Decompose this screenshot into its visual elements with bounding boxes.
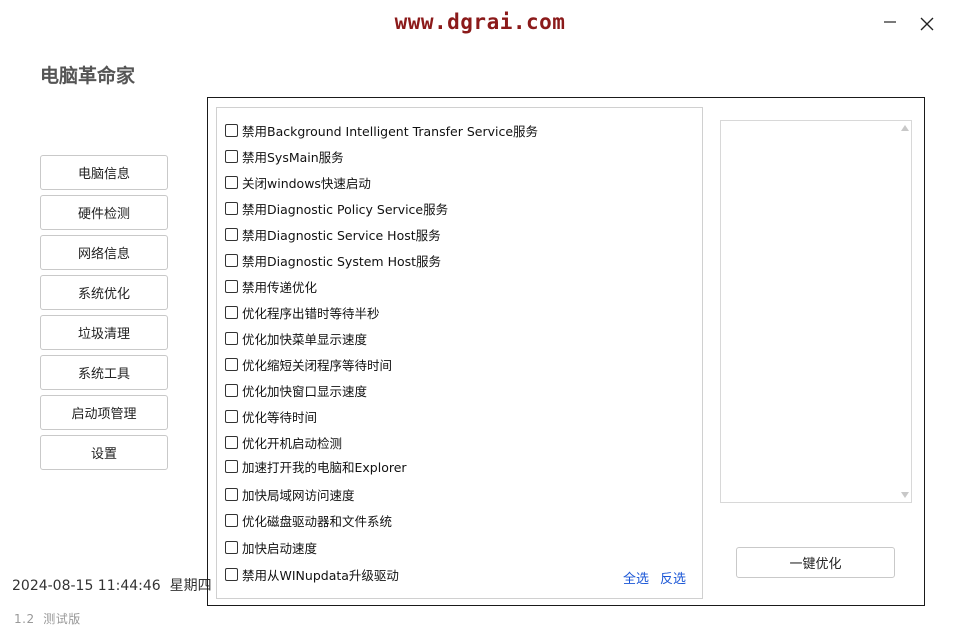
minimize-button[interactable] [880,12,900,32]
checkbox[interactable] [225,540,238,554]
invert-selection-link[interactable]: 反选 [660,568,686,587]
nav-button-network-info[interactable]: 网络信息 [40,235,168,270]
option-label: 加快启动速度 [242,540,318,556]
option-label: 禁用SysMain服务 [242,149,344,165]
option-label: 优化开机启动检测 [242,435,343,451]
checkbox[interactable] [225,459,238,473]
nav-button-system-tools[interactable]: 系统工具 [40,355,168,390]
version-label: 1.2 测试版 [14,612,81,626]
option-label: 加快局域网访问速度 [242,487,355,503]
checkbox[interactable] [225,279,238,293]
option-label: 优化缩短关闭程序等待时间 [242,357,393,373]
app-title: 电脑革命家 [40,65,136,87]
option-item[interactable]: 加快局域网访问速度 [225,485,355,503]
option-item[interactable]: 禁用Diagnostic System Host服务 [225,251,441,269]
nav-button-junk-clean[interactable]: 垃圾清理 [40,315,168,350]
nav-button-computer-info[interactable]: 电脑信息 [40,155,168,190]
checkbox[interactable] [225,513,238,527]
scroll-down-arrow-icon[interactable] [901,492,909,498]
option-item[interactable]: 优化开机启动检测 [225,433,342,451]
option-label: 加速打开我的电脑和Explorer [242,459,407,475]
nav-button-hardware-check[interactable]: 硬件检测 [40,195,168,230]
checkbox[interactable] [225,487,238,501]
nav-button-settings[interactable]: 设置 [40,435,168,470]
option-label: 关闭windows快速启动 [242,175,371,191]
checkbox[interactable] [225,227,238,241]
option-label: 禁用Diagnostic Service Host服务 [242,227,441,243]
close-button[interactable] [917,14,937,34]
option-label: 禁用Background Intelligent Transfer Servic… [242,123,539,139]
select-all-link[interactable]: 全选 [623,568,649,587]
checkbox[interactable] [225,123,238,137]
option-label: 禁用Diagnostic System Host服务 [242,253,442,269]
option-label: 优化磁盘驱动器和文件系统 [242,513,393,529]
option-label: 禁用从WINupdata升级驱动 [242,567,399,583]
close-icon [920,17,934,31]
datetime-display: 2024-08-15 11:44:46 星期四 [12,578,212,594]
option-item[interactable]: 优化程序出错时等待半秒 [225,303,380,321]
nav-button-startup-manager[interactable]: 启动项管理 [40,395,168,430]
option-item[interactable]: 优化加快菜单显示速度 [225,329,367,347]
log-output-box[interactable] [720,120,912,503]
option-item[interactable]: 关闭windows快速启动 [225,173,371,191]
option-item[interactable]: 加速打开我的电脑和Explorer [225,457,407,475]
option-item[interactable]: 禁用SysMain服务 [225,147,344,165]
checkbox[interactable] [225,567,238,581]
checkbox[interactable] [225,201,238,215]
option-item[interactable]: 禁用Diagnostic Service Host服务 [225,225,441,243]
checkbox[interactable] [225,435,238,449]
checkbox[interactable] [225,331,238,345]
option-item[interactable]: 优化缩短关闭程序等待时间 [225,355,392,373]
option-item[interactable]: 禁用从WINupdata升级驱动 [225,565,399,583]
one-click-optimize-button[interactable]: 一键优化 [736,547,895,578]
checkbox[interactable] [225,149,238,163]
checkbox[interactable] [225,383,238,397]
option-label: 优化程序出错时等待半秒 [242,305,380,321]
checkbox[interactable] [225,175,238,189]
checkbox[interactable] [225,253,238,267]
option-item[interactable]: 禁用传递优化 [225,277,317,295]
option-item[interactable]: 禁用Diagnostic Policy Service服务 [225,199,448,217]
nav-button-system-optimize[interactable]: 系统优化 [40,275,168,310]
option-item[interactable]: 优化加快窗口显示速度 [225,381,367,399]
option-label: 优化加快菜单显示速度 [242,331,368,347]
option-item[interactable]: 加快启动速度 [225,538,317,556]
scroll-up-arrow-icon[interactable] [901,125,909,131]
option-label: 优化加快窗口显示速度 [242,383,368,399]
option-item[interactable]: 优化磁盘驱动器和文件系统 [225,511,392,529]
site-watermark: www.dgrai.com [394,10,566,34]
minimize-icon [884,21,896,23]
option-label: 禁用传递优化 [242,279,318,295]
option-label: 禁用Diagnostic Policy Service服务 [242,201,449,217]
checkbox[interactable] [225,305,238,319]
option-item[interactable]: 优化等待时间 [225,407,317,425]
checkbox[interactable] [225,409,238,423]
sidebar-nav: 电脑信息 硬件检测 网络信息 系统优化 垃圾清理 系统工具 启动项管理 设置 [40,155,168,475]
option-label: 优化等待时间 [242,409,318,425]
option-item[interactable]: 禁用Background Intelligent Transfer Servic… [225,121,538,139]
checkbox[interactable] [225,357,238,371]
